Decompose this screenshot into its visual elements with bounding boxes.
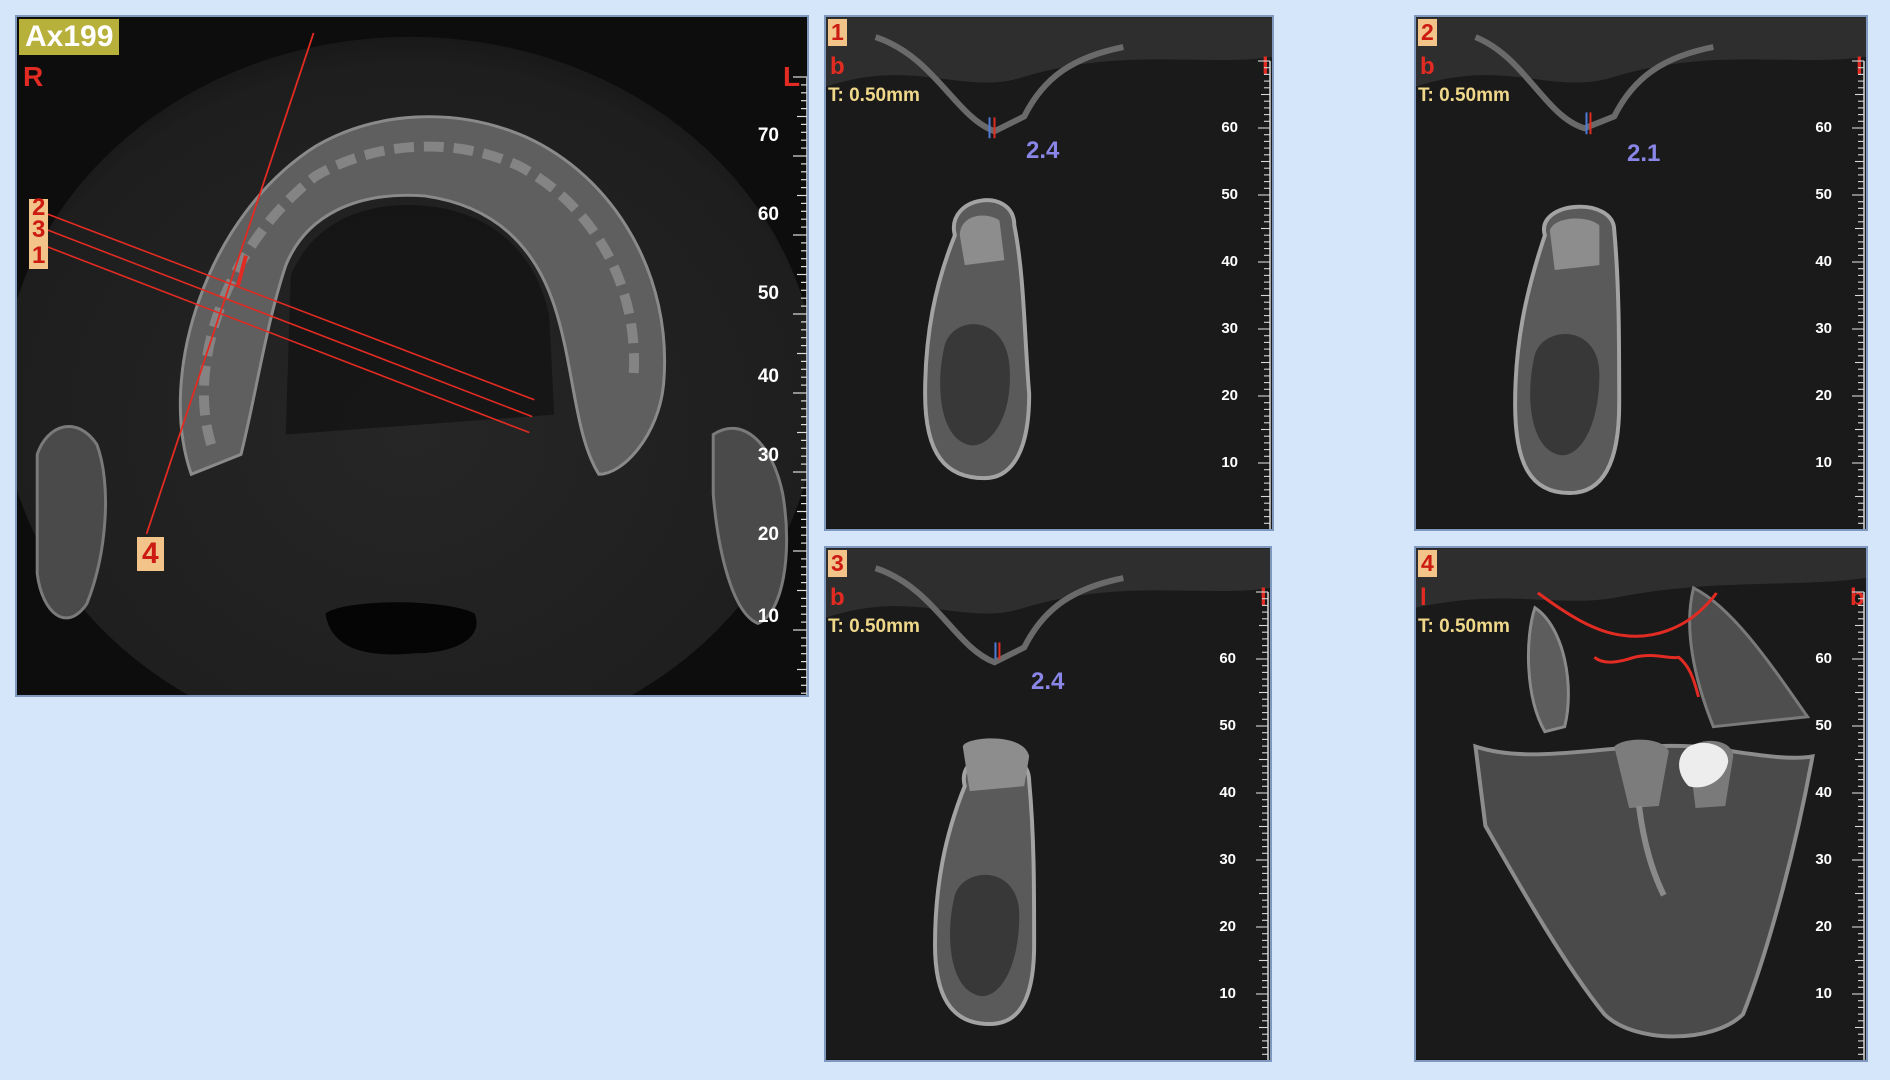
axial-ruler-label-70: 70: [757, 125, 779, 146]
panel-1-slice-thickness: T: 0.50mm: [828, 85, 920, 106]
panel-4-ruler-label-20: 20: [1815, 918, 1832, 935]
panel-3-slice-thickness: T: 0.50mm: [828, 616, 920, 637]
cross-section-panel-4[interactable]: 4 l b T: 0.50mm 60 50 40 30 20 10: [1414, 546, 1868, 1062]
panel-2-ruler: 60 50 40 30 20 10: [1800, 17, 1866, 529]
axial-ruler-label-30: 30: [757, 445, 779, 466]
axial-scan-image: [17, 32, 807, 695]
panel-4-ruler-label-10: 10: [1815, 985, 1832, 1002]
panel-2-slice-thickness: T: 0.50mm: [1418, 85, 1510, 106]
axial-view[interactable]: Ax199 R L 2 3 1 4 70 60 50 40 30 20 10: [15, 15, 809, 697]
panel-2-ruler-label-30: 30: [1815, 320, 1832, 337]
panel-4-ruler-label-40: 40: [1815, 784, 1832, 801]
panel-4-number-badge: 4: [1418, 550, 1437, 577]
panel-1-ruler-label-50: 50: [1221, 186, 1238, 203]
orientation-right-label: R: [23, 61, 44, 92]
panel-3-ruler-label-40: 40: [1219, 784, 1236, 801]
cross-section-panel-2[interactable]: 2 b l T: 0.50mm 2.1 60 50 40 30 20 10: [1414, 15, 1868, 531]
panel-1-ruler-label-10: 10: [1221, 454, 1238, 471]
panel-2-ruler-label-40: 40: [1815, 253, 1832, 270]
panel-2-orientation-left: b: [1420, 53, 1435, 80]
cross-section-panel-1[interactable]: 1 b l T: 0.50mm 2.4 60 50 40 30 20 10: [824, 15, 1274, 531]
panel-3-measurement: 2.4: [1031, 668, 1065, 695]
panel-1-ruler: 60 50 40 30 20 10: [1206, 17, 1272, 529]
panel-3-ruler-label-50: 50: [1219, 717, 1236, 734]
panel-2-ruler-label-20: 20: [1815, 387, 1832, 404]
panel-2-measurement: 2.1: [1627, 140, 1661, 167]
panel-2-ruler-label-60: 60: [1815, 119, 1832, 136]
panel-2-ruler-label-50: 50: [1815, 186, 1832, 203]
panel-3-ruler-label-60: 60: [1219, 650, 1236, 667]
axial-ruler-label-60: 60: [757, 204, 779, 225]
slice-line-1-badge[interactable]: 1: [29, 243, 49, 269]
panel-3-ruler-label-10: 10: [1219, 985, 1236, 1002]
panel-1-ruler-label-60: 60: [1221, 119, 1238, 136]
slice-line-4-badge[interactable]: 4: [137, 537, 164, 571]
slice-line-2-badge[interactable]: 2: [29, 196, 49, 220]
panel-4-slice-thickness: T: 0.50mm: [1418, 616, 1510, 637]
axial-ruler-label-10: 10: [757, 606, 779, 627]
panel-3-ruler: 60 50 40 30 20 10: [1204, 548, 1270, 1060]
panel-1-measurement: 2.4: [1026, 137, 1060, 164]
panel-2-number-badge: 2: [1418, 19, 1437, 46]
panel-1-ruler-label-30: 30: [1221, 320, 1238, 337]
panel-4-ruler-label-30: 30: [1815, 851, 1832, 868]
panel-3-orientation-left: b: [830, 584, 845, 611]
axial-ruler-label-40: 40: [757, 366, 779, 387]
axial-slice-title: Ax199: [19, 19, 120, 55]
panel-1-orientation-left: b: [830, 53, 845, 80]
axial-ruler-label-20: 20: [757, 524, 779, 545]
axial-ruler-label-50: 50: [757, 283, 779, 304]
panel-4-ruler-label-50: 50: [1815, 717, 1832, 734]
panel-3-ruler-label-20: 20: [1219, 918, 1236, 935]
panel-1-ruler-label-40: 40: [1221, 253, 1238, 270]
slice-line-3-badge[interactable]: 3: [29, 217, 49, 243]
panel-4-ruler: 60 50 40 30 20 10: [1800, 548, 1866, 1060]
panel-1-ruler-label-20: 20: [1221, 387, 1238, 404]
panel-1-number-badge: 1: [828, 19, 847, 46]
panel-2-ruler-label-10: 10: [1815, 454, 1832, 471]
panel-3-ruler-label-30: 30: [1219, 851, 1236, 868]
panel-4-orientation-left: l: [1420, 584, 1427, 611]
panel-3-number-badge: 3: [828, 550, 847, 577]
cross-section-panel-3[interactable]: 3 b l T: 0.50mm 2.4 60 50 40 30 20 10: [824, 546, 1272, 1062]
axial-ruler: 70 60 50 40 30 20 10: [741, 17, 807, 695]
panel-4-ruler-label-60: 60: [1815, 650, 1832, 667]
